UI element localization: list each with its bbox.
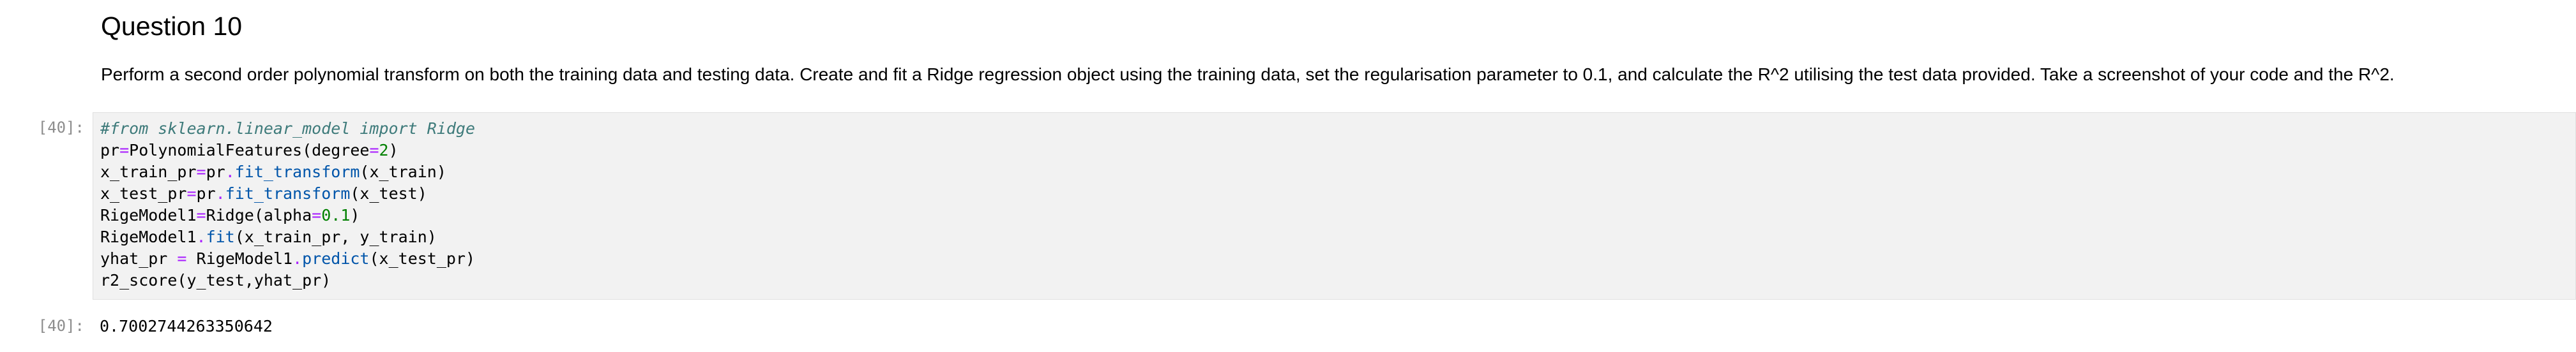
code-token: (x_train): [360, 163, 446, 181]
question-description: Perform a second order polynomial transf…: [101, 64, 2395, 84]
output-prompt: [40]:: [38, 317, 84, 335]
code-token: RigeModel1: [100, 206, 197, 224]
code-line: x_train_pr=pr.fit_transform(x_train): [100, 161, 475, 183]
code-token: =: [312, 206, 322, 224]
code-token: .: [225, 163, 235, 181]
code-token: .: [292, 249, 303, 268]
code-token: =: [196, 163, 206, 181]
code-token: fit_transform: [234, 163, 360, 181]
code-token: .: [215, 184, 225, 203]
code-editor[interactable]: #from sklearn.linear_model import Ridge p…: [100, 118, 475, 291]
code-token: =: [177, 249, 187, 268]
cell-output: 0.7002744263350642: [100, 317, 273, 335]
code-cell[interactable]: #from sklearn.linear_model import Ridge p…: [93, 112, 2576, 300]
input-prompt: [40]:: [38, 119, 84, 136]
code-token: =: [119, 141, 130, 159]
code-token: (x_test_pr): [369, 249, 476, 268]
code-token: yhat_pr: [100, 249, 178, 268]
code-token: =: [186, 184, 197, 203]
code-token: pr: [206, 163, 225, 181]
code-token: ): [350, 206, 360, 224]
code-token: ): [388, 141, 398, 159]
code-token: fit_transform: [225, 184, 351, 203]
code-token: RigeModel1: [100, 228, 197, 246]
code-line: r2_score(y_test,yhat_pr): [100, 270, 475, 291]
code-token: RigeModel1: [186, 249, 293, 268]
code-token: (x_train_pr, y_train): [234, 228, 437, 246]
code-token: =: [196, 206, 206, 224]
code-line: pr=PolynomialFeatures(degree=2): [100, 140, 475, 161]
code-token: #from sklearn.linear_model import Ridge: [100, 119, 475, 138]
code-line: #from sklearn.linear_model import Ridge: [100, 118, 475, 140]
code-token: (x_test): [350, 184, 427, 203]
code-token: pr: [100, 141, 120, 159]
code-token: PolynomialFeatures(degree: [129, 141, 370, 159]
code-line: x_test_pr=pr.fit_transform(x_test): [100, 183, 475, 205]
code-line: RigeModel1.fit(x_train_pr, y_train): [100, 226, 475, 248]
code-token: r2_score(y_test,yhat_pr): [100, 271, 331, 290]
code-line: RigeModel1=Ridge(alpha=0.1): [100, 205, 475, 226]
code-line: yhat_pr = RigeModel1.predict(x_test_pr): [100, 248, 475, 270]
code-token: predict: [302, 249, 370, 268]
code-token: x_test_pr: [100, 184, 187, 203]
code-token: fit: [206, 228, 235, 246]
code-token: 0.1: [321, 206, 351, 224]
code-token: .: [196, 228, 206, 246]
code-token: Ridge(alpha: [206, 206, 312, 224]
code-token: 2: [379, 141, 389, 159]
code-token: pr: [196, 184, 216, 203]
code-token: =: [369, 141, 379, 159]
question-heading: Question 10: [101, 11, 243, 41]
code-token: x_train_pr: [100, 163, 197, 181]
